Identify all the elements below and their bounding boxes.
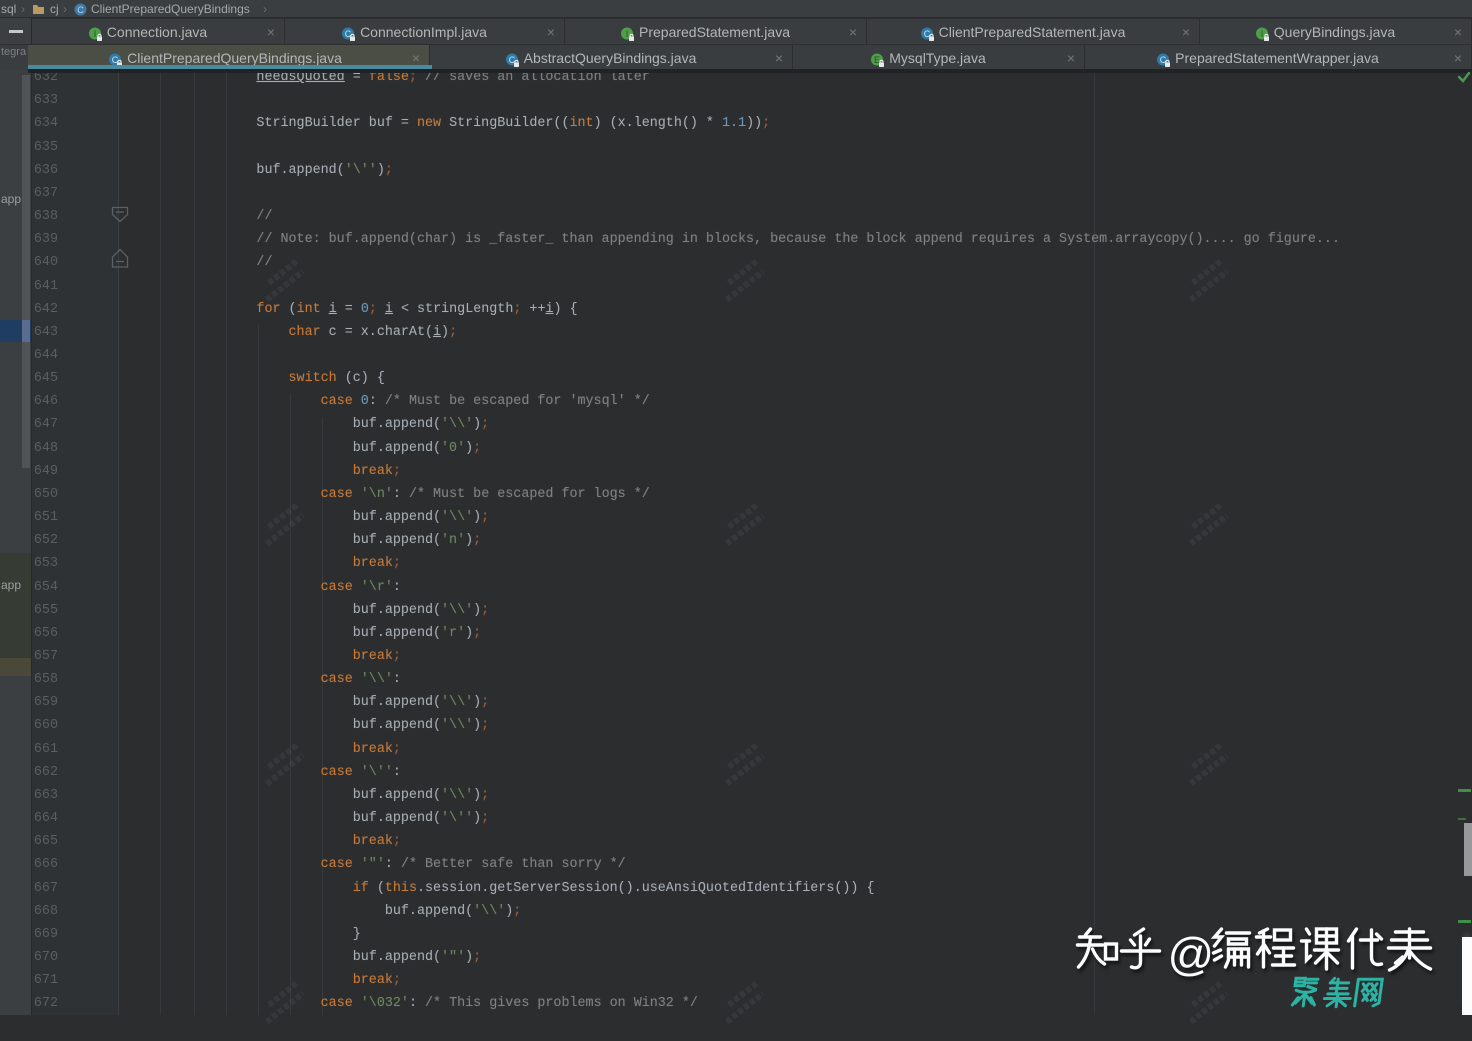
svg-text:C: C xyxy=(77,5,84,15)
svg-text:I: I xyxy=(1261,29,1264,39)
svg-text:I: I xyxy=(626,29,629,39)
svg-text:I: I xyxy=(94,29,97,39)
svg-text:@: @ xyxy=(1168,928,1215,979)
